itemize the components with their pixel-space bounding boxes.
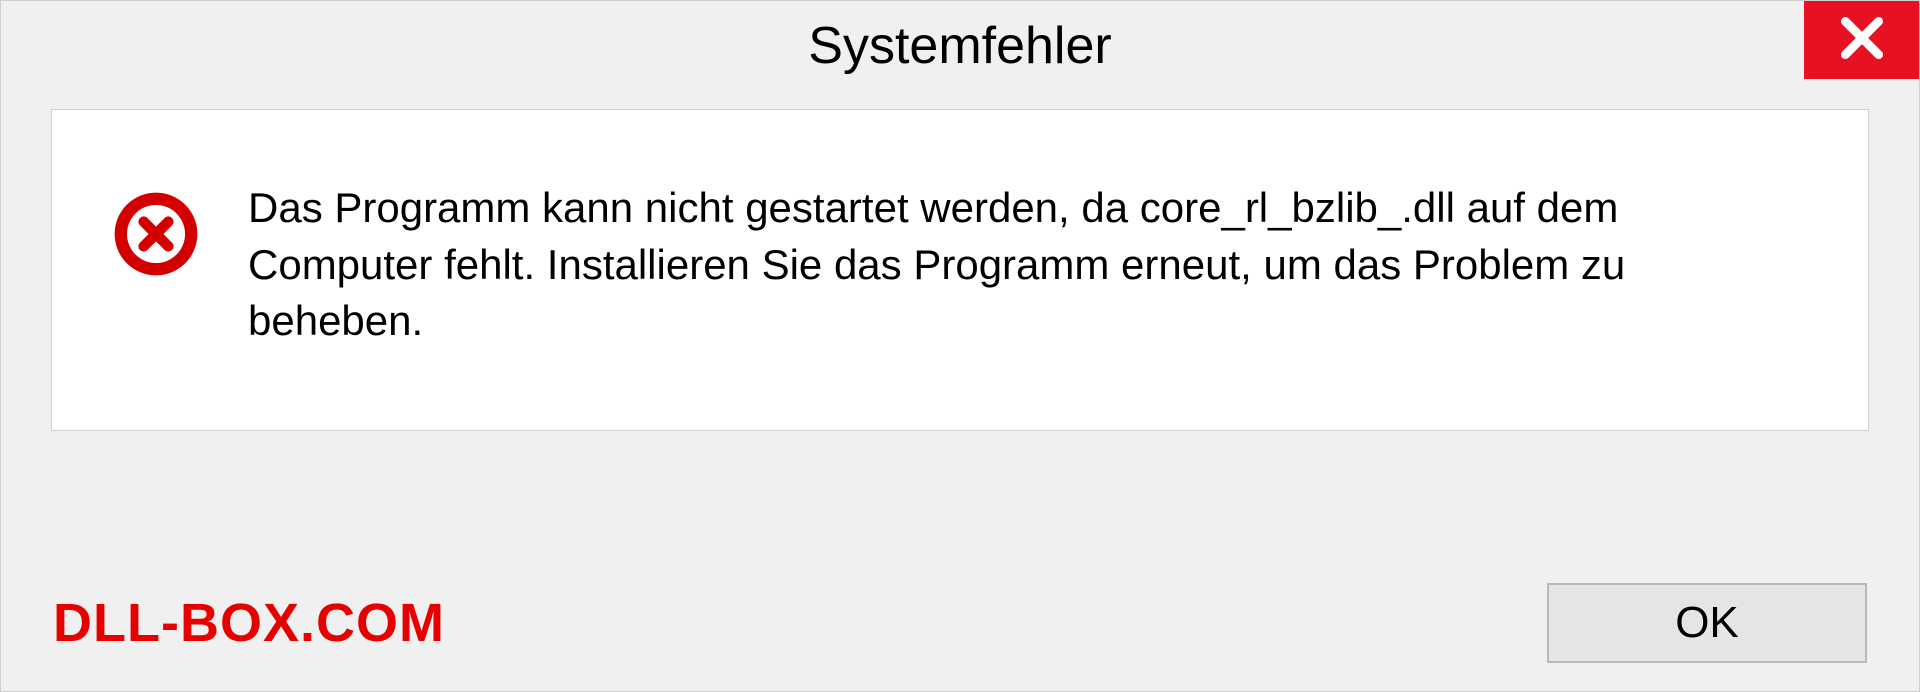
error-dialog: Systemfehler Das Programm kann nicht ges…	[0, 0, 1920, 692]
close-icon	[1837, 13, 1887, 68]
ok-button[interactable]: OK	[1547, 583, 1867, 663]
error-message: Das Programm kann nicht gestartet werden…	[248, 180, 1808, 350]
error-icon	[112, 190, 200, 278]
ok-button-label: OK	[1675, 598, 1739, 648]
content-panel: Das Programm kann nicht gestartet werden…	[51, 109, 1869, 431]
titlebar: Systemfehler	[1, 1, 1919, 91]
close-button[interactable]	[1804, 1, 1919, 79]
dialog-title: Systemfehler	[808, 16, 1111, 76]
footer: DLL-BOX.COM OK	[1, 583, 1919, 663]
watermark-text: DLL-BOX.COM	[53, 592, 445, 654]
